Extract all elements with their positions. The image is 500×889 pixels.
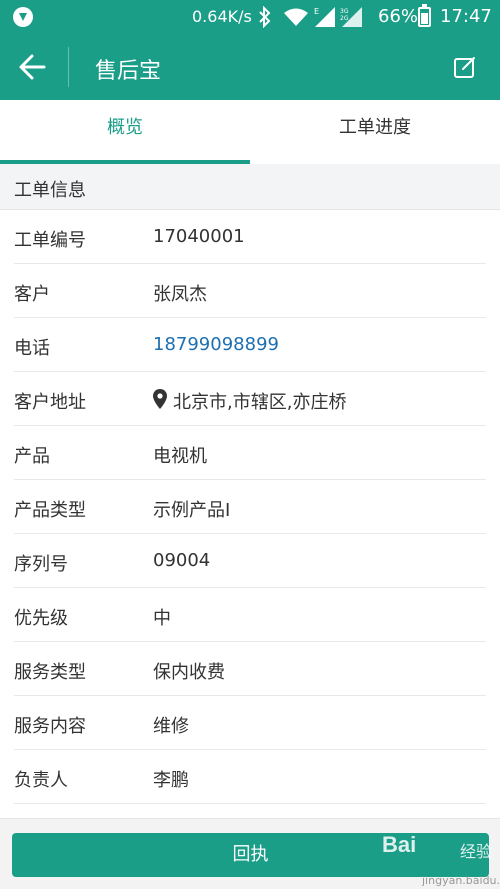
field-label: 客户 bbox=[14, 284, 50, 305]
battery-percent: 66% bbox=[378, 6, 419, 27]
field-row-service-type: 服务类型 保内收费 bbox=[0, 642, 500, 696]
app-bar: 售后宝 bbox=[0, 33, 500, 100]
section-title: 工单信息 bbox=[14, 180, 86, 201]
network-speed: 0.64K/s bbox=[192, 7, 252, 26]
detail-list: 工单编号 17040001 客户 张凤杰 电话 18799098899 客户地址… bbox=[0, 210, 500, 804]
tab-overview[interactable]: 概览 bbox=[0, 100, 250, 164]
field-label: 工单编号 bbox=[14, 230, 86, 251]
field-row-customer: 客户 张凤杰 bbox=[0, 264, 500, 318]
svg-text:2G: 2G bbox=[340, 15, 349, 22]
field-row-assignee: 负责人 李鹏 bbox=[0, 750, 500, 804]
field-row-product-type: 产品类型 示例产品I bbox=[0, 480, 500, 534]
section-header: 工单信息 bbox=[0, 164, 500, 210]
status-bar: 0.64K/s E 3G 2G 66% 17:47 bbox=[0, 0, 500, 33]
watermark-brand-cn: 经验 bbox=[460, 842, 493, 861]
field-row-address[interactable]: 客户地址 北京市,市辖区,亦庄桥 bbox=[0, 372, 500, 426]
battery-level bbox=[421, 13, 428, 24]
page-title: 售后宝 bbox=[95, 59, 162, 84]
signal-icon: E bbox=[313, 5, 337, 33]
watermark-url: jingyan.baidu.com bbox=[422, 874, 500, 887]
battery-icon bbox=[418, 4, 431, 27]
watermark-brand: Bai bbox=[382, 832, 417, 857]
field-value: 保内收费 bbox=[153, 662, 225, 683]
field-label: 服务内容 bbox=[14, 716, 86, 737]
field-label: 负责人 bbox=[14, 770, 68, 791]
field-value: 李鹏 bbox=[153, 770, 189, 791]
wifi-icon bbox=[283, 7, 309, 31]
field-row-serial-number: 序列号 09004 bbox=[0, 534, 500, 588]
field-label: 服务类型 bbox=[14, 662, 86, 683]
field-value: 张凤杰 bbox=[153, 284, 207, 305]
arrow-left-icon[interactable] bbox=[18, 53, 48, 81]
bluetooth-icon bbox=[258, 5, 272, 32]
field-value[interactable]: 北京市,市辖区,亦庄桥 bbox=[173, 388, 346, 414]
field-value: 示例产品I bbox=[153, 500, 231, 521]
phone-link[interactable]: 18799098899 bbox=[153, 334, 279, 355]
field-row-service-content: 服务内容 维修 bbox=[0, 696, 500, 750]
field-label: 序列号 bbox=[14, 554, 68, 575]
field-row-product: 产品 电视机 bbox=[0, 426, 500, 480]
field-value: 09004 bbox=[153, 550, 211, 571]
field-label: 产品类型 bbox=[14, 500, 86, 521]
notification-app-icon bbox=[13, 7, 33, 27]
field-row-phone[interactable]: 电话 18799098899 bbox=[0, 318, 500, 372]
field-label: 客户地址 bbox=[14, 392, 86, 413]
svg-text:E: E bbox=[314, 7, 319, 16]
field-label: 产品 bbox=[14, 446, 50, 467]
field-value: 17040001 bbox=[153, 226, 245, 247]
field-row-order-number: 工单编号 17040001 bbox=[0, 210, 500, 264]
tab-bar: 概览 工单进度 bbox=[0, 100, 500, 164]
field-label: 优先级 bbox=[14, 608, 68, 629]
clock: 17:47 bbox=[440, 6, 492, 27]
field-value: 中 bbox=[153, 608, 171, 629]
field-value: 电视机 bbox=[153, 446, 207, 467]
location-pin-icon bbox=[153, 389, 167, 413]
field-row-priority: 优先级 中 bbox=[0, 588, 500, 642]
svg-text:3G: 3G bbox=[340, 8, 349, 15]
tab-progress[interactable]: 工单进度 bbox=[250, 100, 500, 164]
field-value: 维修 bbox=[153, 716, 189, 737]
field-label: 电话 bbox=[14, 338, 50, 359]
edit-icon[interactable] bbox=[453, 55, 477, 79]
reply-button[interactable]: 回执 bbox=[12, 833, 489, 877]
signal-icon-2: 3G 2G bbox=[340, 5, 364, 33]
appbar-divider bbox=[68, 47, 69, 87]
